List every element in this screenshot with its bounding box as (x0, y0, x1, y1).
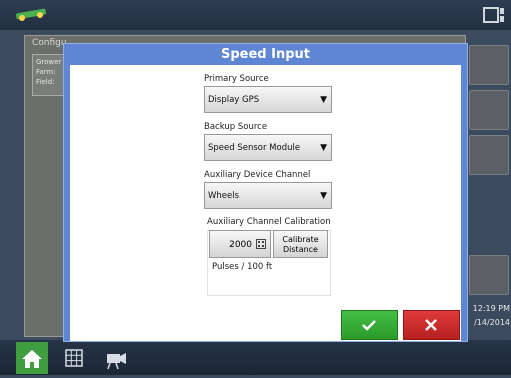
home-icon (22, 350, 42, 368)
calibrate-label-line2: Distance (283, 245, 318, 254)
clock-date: /14/2014 (474, 318, 510, 327)
aux-channel-label: Auxiliary Device Channel (204, 170, 311, 180)
clock: 12:19 PM /14/2014 (466, 302, 510, 330)
camera-button[interactable] (100, 342, 132, 374)
backup-source-value: Speed Sensor Module (208, 143, 301, 153)
primary-source-label: Primary Source (204, 74, 269, 84)
wrench-icon[interactable] (469, 45, 509, 85)
calibration-label: Auxiliary Channel Calibration (207, 217, 331, 227)
calibrate-distance-button[interactable]: Calibrate Distance (273, 230, 328, 258)
calibrate-label-line1: Calibrate (282, 235, 319, 244)
backup-source-select[interactable]: Speed Sensor Module ▼ (204, 134, 332, 161)
map-tool-icon[interactable] (469, 255, 509, 295)
config-label: Configu (32, 38, 67, 48)
aux-channel-value: Wheels (208, 191, 240, 201)
tractor-logo-icon[interactable] (14, 5, 54, 23)
ok-button[interactable] (341, 310, 398, 340)
clock-time: 12:19 PM (472, 304, 510, 313)
calendar-icon[interactable] (469, 135, 509, 175)
backup-source-label: Backup Source (204, 122, 268, 132)
close-icon (425, 319, 437, 331)
chevron-down-icon: ▼ (320, 191, 327, 201)
primary-source-value: Display GPS (208, 95, 260, 105)
cancel-button[interactable] (403, 310, 460, 340)
checkmark-icon (362, 320, 376, 331)
window-switch-icon[interactable] (483, 7, 505, 23)
dialog-body: Primary Source Display GPS ▼ Backup Sour… (70, 65, 461, 341)
chevron-down-icon: ▼ (320, 95, 327, 105)
primary-source-select[interactable]: Display GPS ▼ (204, 86, 332, 113)
top-bar (0, 0, 511, 30)
camera-icon (107, 353, 126, 370)
dialog-title: Speed Input (220, 47, 310, 62)
aux-channel-select[interactable]: Wheels ▼ (204, 182, 332, 209)
calibration-value: 2000 (229, 240, 252, 250)
grid-button[interactable] (58, 342, 90, 374)
speed-input-dialog: Speed Input Primary Source Display GPS ▼… (63, 43, 468, 342)
keypad-icon (256, 239, 266, 249)
right-rail (465, 35, 511, 340)
grid-icon (65, 349, 83, 367)
home-button[interactable] (16, 342, 48, 374)
equipment-icon[interactable] (469, 90, 509, 130)
chevron-down-icon: ▼ (320, 143, 327, 153)
calibration-units: Pulses / 100 ft (212, 262, 273, 272)
calibration-value-field[interactable]: 2000 (209, 230, 271, 258)
